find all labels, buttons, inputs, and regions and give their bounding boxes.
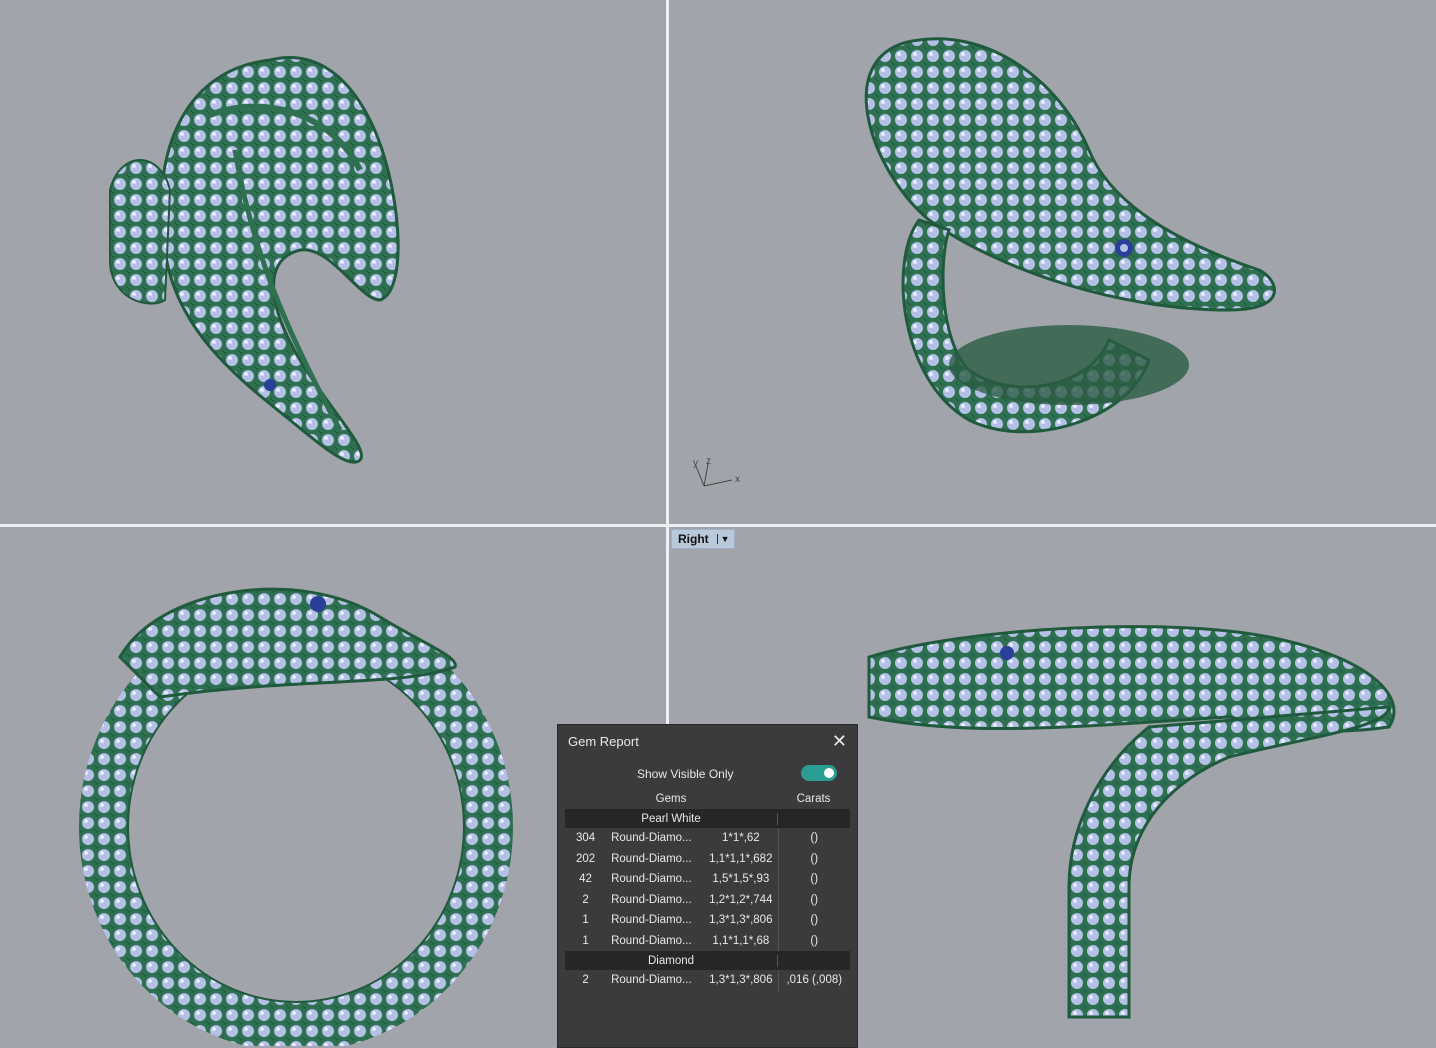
table-row[interactable]: 42 Round-Diamo... 1,5*1,5*,93 () — [565, 869, 850, 890]
gems-column-header[interactable]: Gems — [565, 793, 777, 805]
show-visible-only-label: Show Visible Only — [637, 767, 734, 781]
gem-type: Round-Diamo... — [611, 832, 692, 845]
group-header-pearl-white[interactable]: Pearl White — [565, 809, 850, 828]
viewport-splitter-horizontal[interactable] — [0, 524, 1436, 527]
group-header-diamond[interactable]: Diamond — [565, 951, 850, 970]
gem-type: Round-Diamo... — [611, 914, 692, 927]
gem-table: Gems Carats Pearl White 304 Round-Diamo..… — [565, 789, 850, 991]
gem-count: 2 — [582, 893, 589, 906]
gem-count: 202 — [575, 852, 596, 865]
gem-report-title: Gem Report — [568, 733, 639, 749]
crocodile-ring-model-view-2 — [864, 37, 1276, 434]
viewport-title: Right — [678, 532, 709, 546]
gem-carats: () — [777, 930, 850, 951]
table-row[interactable]: 202 Round-Diamo... 1,1*1,1*,682 () — [565, 848, 850, 869]
carats-column-header[interactable]: Carats — [777, 793, 850, 805]
gem-count: 1 — [582, 934, 589, 947]
table-row[interactable]: 1 Round-Diamo... 1,3*1,3*,806 () — [565, 910, 850, 931]
close-icon[interactable]: ✕ — [832, 731, 847, 752]
gem-carats: () — [777, 910, 850, 931]
viewport-perspective-top-right[interactable] — [669, 0, 1436, 524]
gem-report-panel: Gem Report ✕ Show Visible Only Gems Cara… — [557, 724, 858, 1048]
table-row[interactable]: 304 Round-Diamo... 1*1*,62 () — [565, 828, 850, 849]
dropdown-arrow-icon[interactable]: ▼ — [716, 534, 730, 544]
gem-type: Round-Diamo... — [611, 852, 692, 865]
show-visible-only-row: Show Visible Only — [558, 765, 857, 785]
gem-size: 1,1*1,1*,682 — [709, 852, 773, 865]
axis-z-label: z — [706, 456, 711, 467]
viewport-perspective-top-left[interactable] — [0, 0, 666, 524]
gem-carats: () — [777, 848, 850, 869]
gem-size: 1*1*,62 — [721, 832, 760, 845]
gem-count: 42 — [579, 873, 592, 886]
gem-size: 1,1*1,1*,68 — [712, 934, 770, 947]
gem-type: Round-Diamo... — [611, 974, 692, 987]
gem-count: 2 — [582, 974, 589, 987]
gem-carats: () — [777, 869, 850, 890]
axis-gizmo: x y z — [693, 456, 740, 487]
gem-type: Round-Diamo... — [611, 934, 692, 947]
viewport-title-button[interactable]: Right ▼ — [671, 529, 735, 549]
group-name: Pearl White — [565, 812, 778, 825]
gem-type: Round-Diamo... — [611, 893, 692, 906]
gem-table-header: Gems Carats — [565, 789, 850, 809]
gem-size: 1,3*1,3*,806 — [709, 914, 773, 927]
gem-size: 1,2*1,2*,744 — [709, 893, 773, 906]
table-row[interactable]: 1 Round-Diamo... 1,1*1,1*,68 () — [565, 930, 850, 951]
gem-size: 1,5*1,5*,93 — [712, 873, 770, 886]
gem-carats: ,016 (,008) — [777, 970, 850, 991]
group-name: Diamond — [565, 954, 778, 967]
gem-carats: () — [777, 889, 850, 910]
crocodile-ring-model-view-1 — [109, 56, 400, 464]
table-row[interactable]: 2 Round-Diamo... 1,3*1,3*,806 ,016 (,008) — [565, 970, 850, 991]
table-row[interactable]: 2 Round-Diamo... 1,2*1,2*,744 () — [565, 889, 850, 910]
gem-size: 1,3*1,3*,806 — [709, 974, 773, 987]
axis-x-label: x — [735, 474, 740, 485]
axis-y-label: y — [693, 458, 698, 469]
show-visible-only-toggle[interactable] — [801, 765, 837, 781]
gem-carats: () — [777, 828, 850, 849]
toggle-knob — [824, 768, 834, 778]
gem-type: Round-Diamo... — [611, 873, 692, 886]
gem-count: 304 — [575, 832, 596, 845]
gem-count: 1 — [582, 914, 589, 927]
